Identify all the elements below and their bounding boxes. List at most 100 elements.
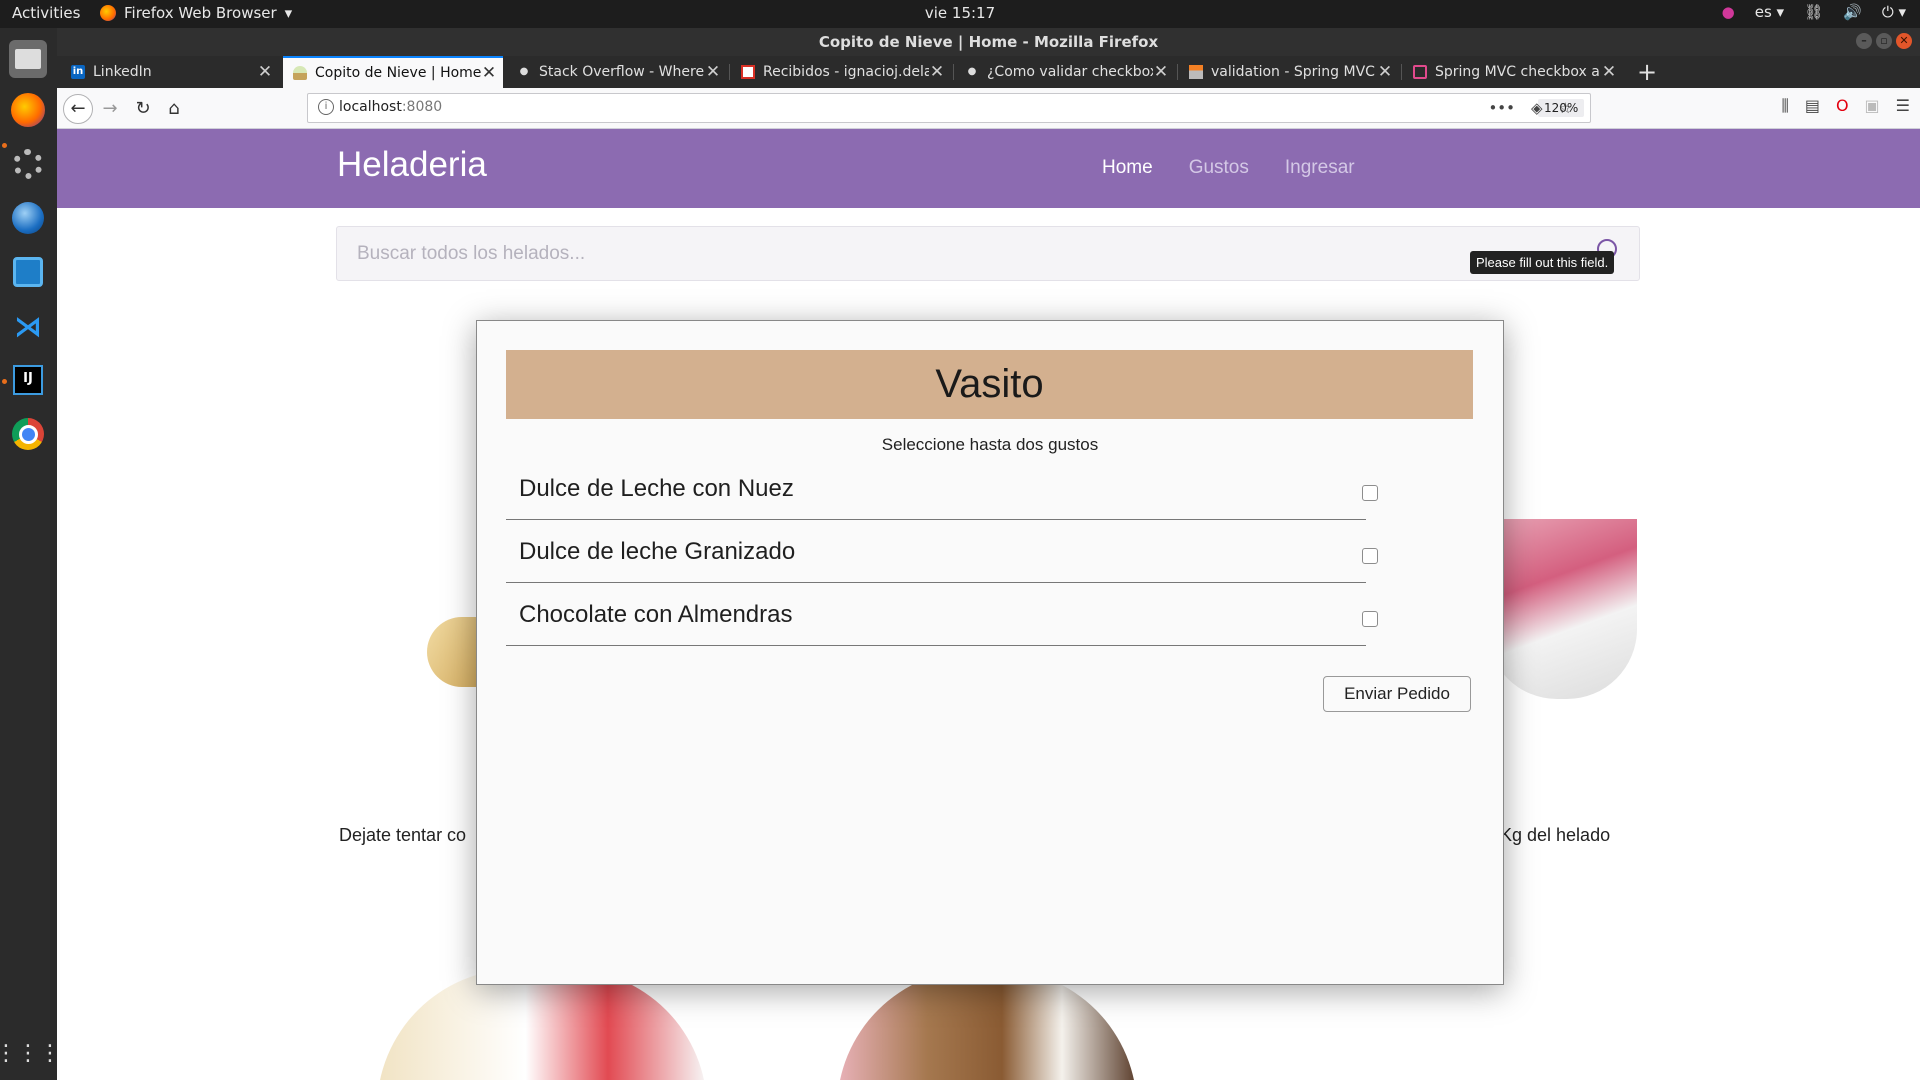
language-indicator[interactable]: es ▾ <box>1755 3 1784 21</box>
home-button[interactable]: ⌂ <box>161 96 187 122</box>
tab-label: validation - Spring MVC v <box>1211 64 1377 80</box>
tab-spring-checkbox[interactable]: Spring MVC checkbox an ✕ <box>1403 56 1623 88</box>
window-title-bar: Copito de Nieve | Home - Mozilla Firefox… <box>57 28 1920 56</box>
chevron-down-icon: ▾ <box>284 4 293 22</box>
product-description: Kg del helado <box>1500 825 1611 845</box>
ice-cream-bowl-image <box>837 969 1137 1080</box>
bookmark-star-icon[interactable]: ☆ <box>1559 99 1572 117</box>
sidebar-icon[interactable]: ▤ <box>1805 96 1820 116</box>
close-icon[interactable]: ✕ <box>1153 62 1169 82</box>
nav-link-ingresar[interactable]: Ingresar <box>1285 157 1355 179</box>
flavor-checkbox[interactable] <box>1362 548 1378 564</box>
page-actions-icon[interactable]: ••• <box>1488 99 1515 117</box>
new-tab-button[interactable]: + <box>1637 58 1657 86</box>
flavor-row: Dulce de Leche con Nuez <box>506 457 1366 520</box>
tab-label: Spring MVC checkbox an <box>1435 64 1601 80</box>
minimize-button[interactable]: – <box>1856 33 1872 49</box>
forward-button[interactable]: → <box>97 96 123 122</box>
back-button[interactable]: ← <box>63 94 93 124</box>
library-icon[interactable]: ⫼ <box>1781 96 1788 116</box>
firefox-dock-icon[interactable] <box>9 91 47 129</box>
tab-separator <box>953 64 954 80</box>
linkedin-icon: in <box>71 65 85 79</box>
url-bar[interactable]: i localhost:8080 120% ••• ◈ ☆ <box>307 93 1591 123</box>
maximize-button[interactable]: ▫ <box>1876 33 1892 49</box>
ice-cream-bowl-image <box>377 969 707 1080</box>
settings-gear-icon[interactable] <box>9 145 47 183</box>
chrome-icon[interactable] <box>9 415 47 453</box>
tab-separator <box>729 64 730 80</box>
vscode-icon[interactable]: ⋊ <box>9 307 47 345</box>
tab-label: Copito de Nieve | Home <box>315 65 481 81</box>
tab-label: Recibidos - ignacioj.dela <box>763 64 929 80</box>
power-icon[interactable]: ⏻ ▾ <box>1882 3 1906 21</box>
opera-extension-icon[interactable]: O <box>1836 96 1849 116</box>
tab-stack-overflow[interactable]: ● Stack Overflow - Where i ✕ <box>507 56 727 88</box>
tab-copito-de-nieve[interactable]: Copito de Nieve | Home ✕ <box>283 56 503 88</box>
tab-linkedin[interactable]: in LinkedIn ✕ <box>61 56 279 88</box>
dot-icon: ● <box>519 66 529 77</box>
window-close-button[interactable]: ✕ <box>1896 33 1912 49</box>
extension-icon[interactable]: ▣ <box>1865 96 1880 116</box>
remote-desktop-icon[interactable] <box>9 253 47 291</box>
files-icon[interactable] <box>9 40 47 78</box>
send-order-button[interactable]: Enviar Pedido <box>1323 676 1471 712</box>
gmail-icon <box>741 65 755 79</box>
system-tray: ● es ▾ ⛓ 🔊 ⏻ ▾ <box>1722 3 1906 21</box>
stackoverflow-icon <box>1189 65 1203 79</box>
order-modal: Vasito Seleccione hasta dos gustos Dulce… <box>476 320 1504 985</box>
tab-label: Stack Overflow - Where i <box>539 64 705 80</box>
search-input[interactable] <box>337 227 1567 280</box>
tab-separator <box>1177 64 1178 80</box>
tab-spring-validation[interactable]: validation - Spring MVC v ✕ <box>1179 56 1399 88</box>
flavor-checkbox[interactable] <box>1362 485 1378 501</box>
nav-link-gustos[interactable]: Gustos <box>1189 157 1249 179</box>
navigation-toolbar: ← → ↻ ⌂ i localhost:8080 120% ••• ◈ ☆ ⫼ … <box>57 88 1920 129</box>
show-applications-icon[interactable]: ⋮⋮⋮ <box>0 1034 61 1072</box>
page-icon <box>1413 65 1427 79</box>
flavor-label: Dulce de leche Granizado <box>519 538 796 565</box>
tab-strip: in LinkedIn ✕ Copito de Nieve | Home ✕ ●… <box>57 56 1920 88</box>
hamburger-menu-icon[interactable]: ☰ <box>1896 96 1910 116</box>
firefox-icon <box>100 5 116 21</box>
modal-subtitle: Seleccione hasta dos gustos <box>881 435 1099 454</box>
flavor-row: Chocolate con Almendras <box>506 583 1366 646</box>
tab-validar-checkbox[interactable]: ● ¿Como validar checkbox ✕ <box>955 56 1175 88</box>
intellij-icon[interactable]: IJ <box>9 361 47 399</box>
product-description: Dejate tentar co <box>339 825 467 845</box>
tab-gmail[interactable]: Recibidos - ignacioj.dela ✕ <box>731 56 951 88</box>
close-icon[interactable]: ✕ <box>481 63 497 83</box>
search-box <box>336 226 1640 281</box>
nav-link-home[interactable]: Home <box>1102 157 1153 179</box>
close-icon[interactable]: ✕ <box>929 62 945 82</box>
flavor-checkbox[interactable] <box>1362 611 1378 627</box>
tab-label: ¿Como validar checkbox <box>987 64 1153 80</box>
close-icon[interactable]: ✕ <box>257 62 273 82</box>
network-icon[interactable]: ⛓ <box>1804 3 1823 21</box>
running-indicator <box>2 379 7 384</box>
reload-button[interactable]: ↻ <box>130 96 156 122</box>
indicator-icon[interactable]: ● <box>1722 3 1735 21</box>
app-menu[interactable]: Firefox Web Browser ▾ <box>100 4 292 22</box>
tab-label: LinkedIn <box>93 64 152 80</box>
flavor-label: Dulce de Leche con Nuez <box>519 475 794 502</box>
volume-icon[interactable]: 🔊 <box>1843 3 1862 21</box>
modal-title: Vasito <box>506 350 1473 419</box>
running-indicator <box>2 143 7 148</box>
pocket-icon[interactable]: ◈ <box>1531 99 1543 117</box>
info-icon[interactable]: i <box>318 99 334 115</box>
thunderbird-icon[interactable] <box>9 199 47 237</box>
system-top-panel: Activities Firefox Web Browser ▾ vie 15:… <box>0 0 1920 28</box>
close-icon[interactable]: ✕ <box>1377 62 1393 82</box>
ice-cream-bowl-image <box>1487 519 1637 699</box>
activities-button[interactable]: Activities <box>12 4 80 22</box>
window-title: Copito de Nieve | Home - Mozilla Firefox <box>818 33 1159 51</box>
site-navbar: Heladeria Home Gustos Ingresar <box>57 129 1920 208</box>
close-icon[interactable]: ✕ <box>705 62 721 82</box>
site-brand[interactable]: Heladeria <box>337 145 487 185</box>
launcher-dock: ⋊ IJ ⋮⋮⋮ <box>0 28 61 1080</box>
app-menu-label: Firefox Web Browser <box>124 4 277 22</box>
close-icon[interactable]: ✕ <box>1601 62 1617 82</box>
flavor-row: Dulce de leche Granizado <box>506 520 1366 583</box>
url-text[interactable]: localhost:8080 <box>339 99 442 115</box>
